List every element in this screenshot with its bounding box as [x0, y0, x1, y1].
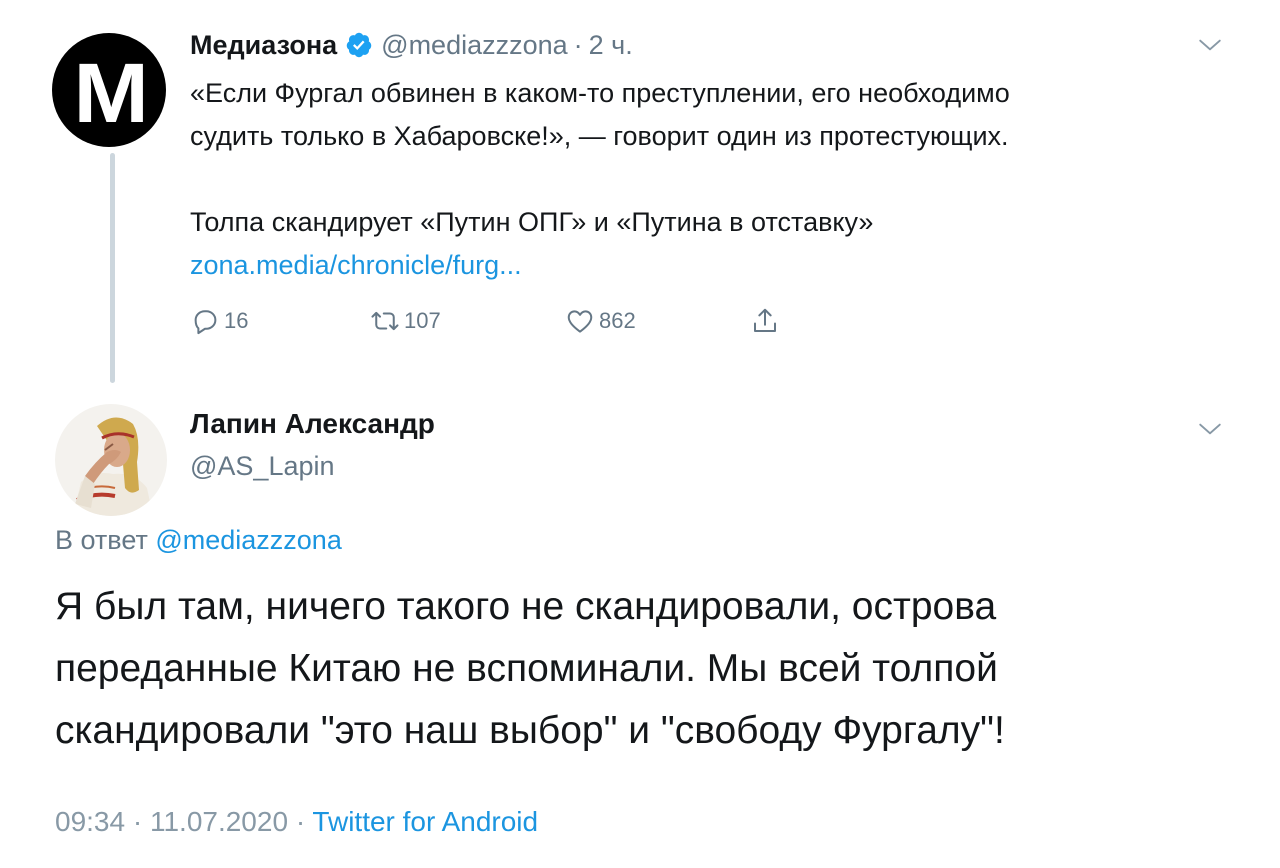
parent-tweet-text: «Если Фургал обвинен в каком-то преступл…	[190, 72, 1230, 287]
reply-icon	[194, 310, 217, 335]
reply-count: 16	[224, 308, 249, 333]
retweet-count: 107	[404, 308, 441, 333]
reply-button[interactable]: 16	[190, 302, 248, 340]
reply-display-name[interactable]: Лапин Александр	[190, 404, 435, 444]
reply-handle[interactable]: @AS_Lapin	[190, 447, 335, 485]
like-button[interactable]: 862	[565, 302, 636, 340]
thread-connector-line	[110, 153, 115, 383]
tweet-source[interactable]: Twitter for Android	[312, 806, 538, 837]
tweet-action-bar: 16 107 862	[190, 302, 810, 340]
lapin-avatar[interactable]	[55, 404, 167, 516]
share-button[interactable]	[750, 302, 784, 340]
chevron-down-icon[interactable]	[1197, 416, 1223, 442]
parent-display-name[interactable]: Медиазона	[190, 30, 337, 61]
meta-separator: ·	[295, 806, 306, 837]
header-separator: ·	[573, 29, 583, 60]
avatar-image	[55, 404, 167, 516]
heart-icon	[567, 310, 593, 333]
parent-text-line: судить только в Хабаровске!», — говорит …	[190, 121, 1009, 151]
parent-handle[interactable]: @mediazzzona	[381, 30, 568, 61]
retweet-button[interactable]: 107	[370, 302, 441, 340]
tweet-time[interactable]: 09:34	[55, 806, 125, 837]
reply-text-line: Я был там, ничего такого не скандировали…	[55, 585, 997, 628]
share-icon	[754, 308, 776, 332]
parent-tweet-header: Медиазона @mediazzzona · 2 ч.	[190, 25, 633, 65]
reply-text-line: переданные Китаю не вспоминали. Мы всей …	[55, 647, 998, 690]
mediazona-avatar[interactable]: M	[52, 33, 166, 147]
parent-text-line: «Если Фургал обвинен в каком-то преступл…	[190, 78, 1010, 108]
parent-text-line: Толпа скандирует «Путин ОПГ» и «Путина в…	[190, 207, 874, 237]
tweet-metadata: 09:34 · 11.07.2020 · Twitter for Android	[55, 802, 538, 842]
tweet-date[interactable]: 11.07.2020	[150, 806, 288, 837]
like-count: 862	[599, 308, 636, 333]
meta-separator: ·	[132, 806, 143, 837]
chevron-down-icon[interactable]	[1197, 32, 1223, 58]
reply-tweet-text: Я был там, ничего такого не скандировали…	[55, 576, 1235, 762]
verified-badge-icon	[346, 32, 372, 58]
reply-text-line: скандировали "это наш выбор" и "свободу …	[55, 709, 1005, 752]
tweet-link[interactable]: zona.media/chronicle/furg...	[190, 250, 522, 280]
retweet-icon	[371, 311, 399, 331]
in-reply-mention[interactable]: @mediazzzona	[155, 525, 342, 555]
parent-timestamp[interactable]: 2 ч.	[589, 30, 633, 61]
avatar-logo-letter: M	[73, 46, 149, 140]
in-reply-prefix: В ответ	[55, 525, 148, 555]
in-reply-to: В ответ @mediazzzona	[55, 521, 342, 559]
